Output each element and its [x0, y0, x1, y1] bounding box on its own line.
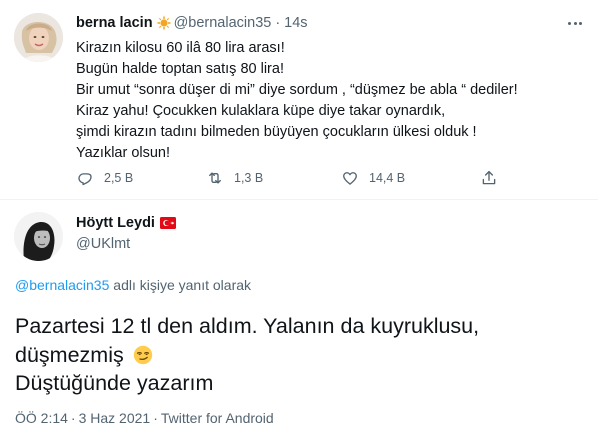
- tweet-line: Yazıklar olsun!: [76, 145, 171, 161]
- share-icon: [482, 170, 496, 185]
- retweet-count: 1,3 B: [234, 171, 264, 185]
- tweet-line: şimdi kirazın tadını bilmeden büyüyen ço…: [76, 124, 477, 140]
- avatar-image: [14, 13, 63, 62]
- heart-icon: [343, 172, 357, 185]
- like-button[interactable]: 14,4 B: [341, 169, 405, 187]
- separator: ·: [70, 410, 76, 426]
- reply-count: 2,5 B: [104, 171, 134, 185]
- share-button[interactable]: [480, 169, 508, 187]
- tweet-header: berna lacin @bernalacin35 · 14s: [76, 15, 308, 31]
- retweet-icon: [209, 172, 221, 184]
- tweet-line-with-emoji: düşmezmiş: [15, 341, 479, 370]
- tweet-meta: ÖÖ 2:14 · 3 Haz 2021 · Twitter for Android: [15, 410, 274, 426]
- sun-emoji-icon: [156, 15, 172, 31]
- separator: ·: [275, 15, 281, 31]
- tweet-text: Kirazın kilosu 60 ilâ 80 lira arası! Bug…: [76, 38, 576, 164]
- tweet-line: Pazartesi 12 tl den aldım. Yalanın da ku…: [15, 314, 480, 338]
- divider: [0, 199, 598, 200]
- separator: ·: [153, 410, 158, 426]
- tweet-line: Kiraz yahu! Çocukken kulaklara küpe diye…: [76, 103, 446, 119]
- tweet-line: Bir umut “sonra düşer di mi” diye sordum…: [76, 82, 518, 98]
- retweet-button[interactable]: 1,3 B: [206, 169, 263, 187]
- author-name[interactable]: Höytt Leydi: [76, 215, 155, 231]
- reply-to-text: adlı kişiye yanıt olarak: [109, 277, 252, 293]
- tweet-line: Düştüğünde yazarım: [15, 371, 214, 395]
- reply-icon: [78, 173, 92, 186]
- tweet-actions: 2,5 B 1,3 B 14,4 B: [76, 169, 496, 191]
- avatar-image: [14, 212, 63, 261]
- tweet-date[interactable]: 3 Haz 2021: [79, 410, 151, 426]
- reply-to-link[interactable]: @bernalacin35: [15, 277, 109, 293]
- tweet-text: Pazartesi 12 tl den aldım. Yalanın da ku…: [15, 312, 479, 398]
- tweet-line: düşmezmiş: [15, 342, 124, 367]
- tweet-source[interactable]: Twitter for Android: [161, 410, 274, 426]
- timestamp[interactable]: 14s: [284, 15, 307, 31]
- tweet-line: Bugün halde toptan satış 80 lira!: [76, 61, 284, 77]
- quoted-tweet[interactable]: berna lacin @bernalacin35 · 14s Kirazın …: [0, 0, 598, 200]
- smirking-face-emoji-icon: [133, 344, 153, 364]
- author-handle[interactable]: @bernalacin35: [174, 15, 272, 31]
- turkey-flag-icon: [159, 217, 176, 229]
- tweet-time[interactable]: ÖÖ 2:14: [15, 410, 68, 426]
- reply-context: @bernalacin35 adlı kişiye yanıt olarak: [15, 277, 251, 293]
- author-row: Höytt Leydi: [76, 215, 176, 231]
- author-name[interactable]: berna lacin: [76, 15, 153, 31]
- tweet-line: Kirazın kilosu 60 ilâ 80 lira arası!: [76, 40, 285, 56]
- avatar[interactable]: [14, 212, 63, 261]
- avatar[interactable]: [14, 13, 63, 62]
- more-options-icon[interactable]: [565, 13, 585, 33]
- reply-button[interactable]: 2,5 B: [76, 169, 133, 187]
- like-count: 14,4 B: [369, 171, 406, 185]
- author-handle[interactable]: @UKlmt: [76, 236, 130, 252]
